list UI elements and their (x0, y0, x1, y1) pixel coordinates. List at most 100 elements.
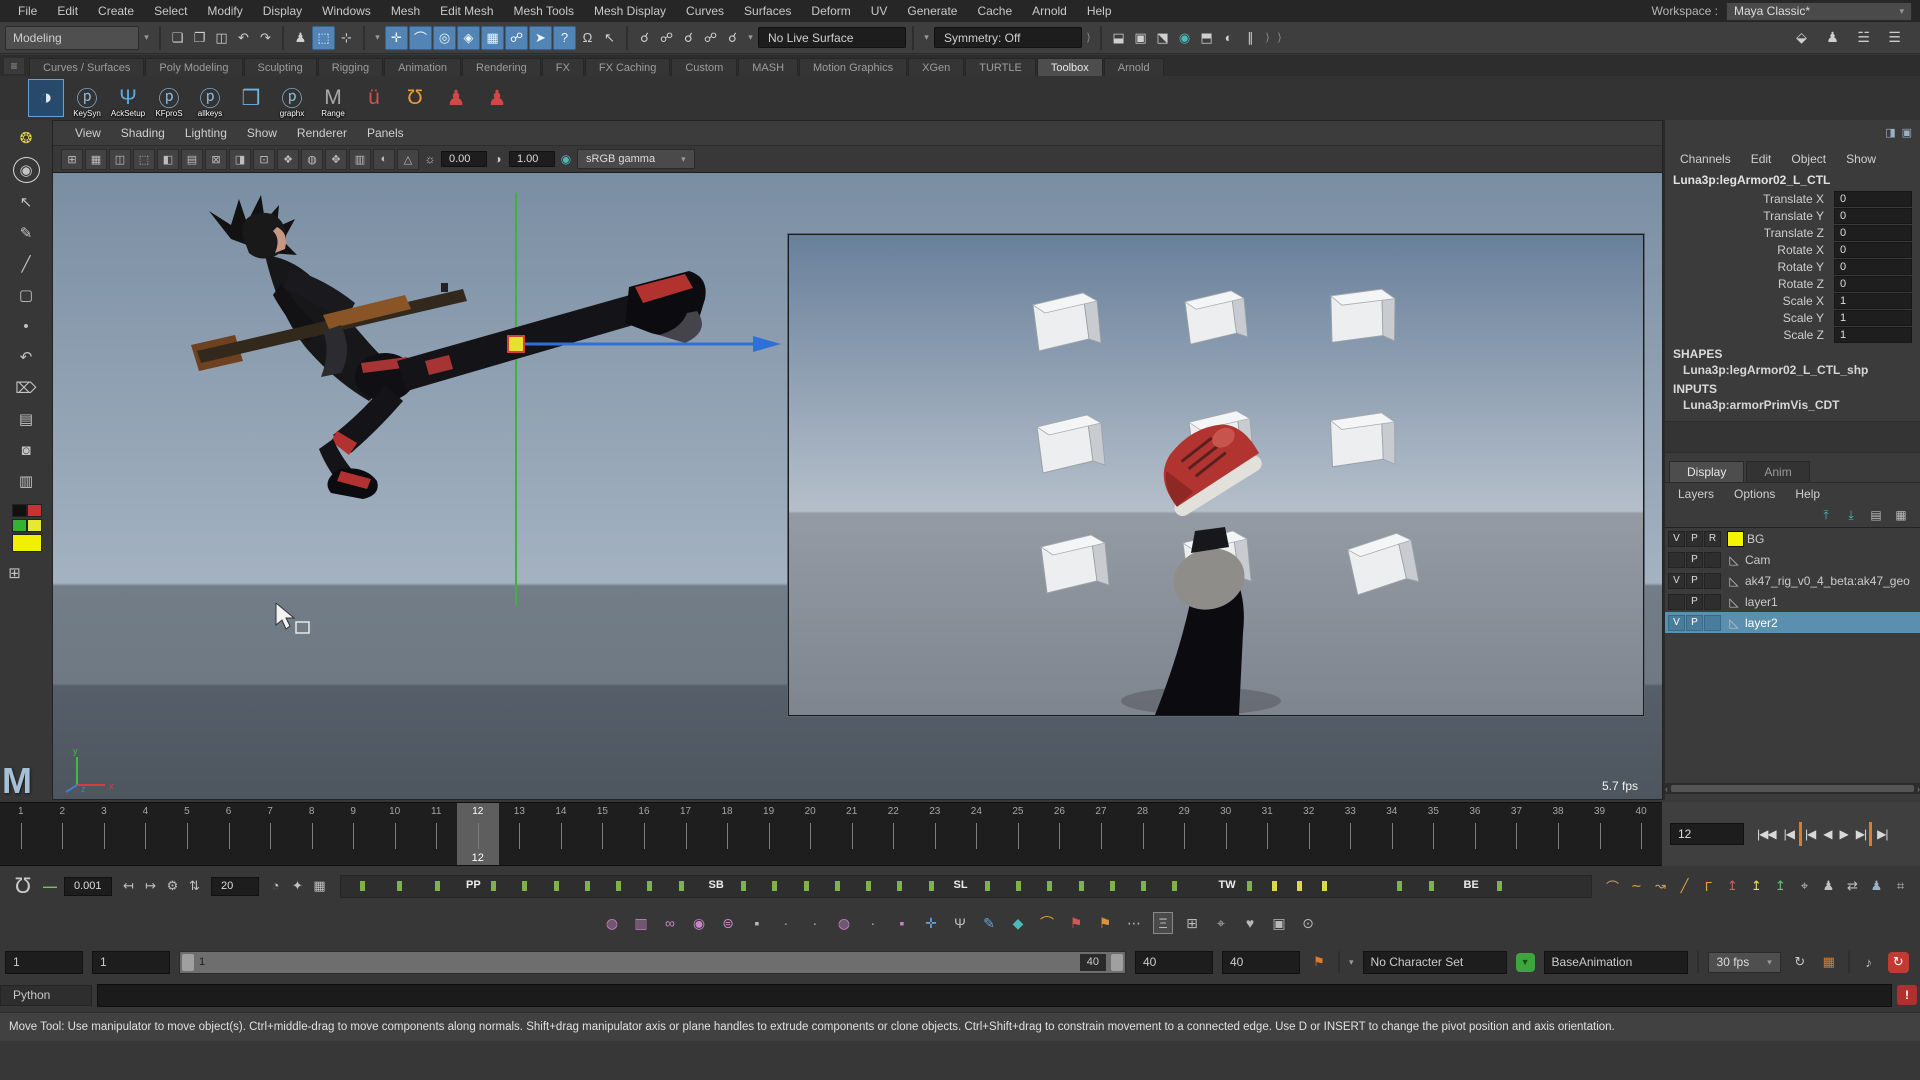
shelf-item-kfpros[interactable]: ⓟ KFproS (151, 79, 187, 117)
timeline-frame[interactable]: 38 (1537, 803, 1579, 865)
layer-reference-cell[interactable] (1704, 552, 1721, 568)
attribute-value-field[interactable]: 1 (1834, 293, 1912, 309)
shelf-item-silhouette[interactable]: ◑ (28, 79, 64, 117)
channel-box-menu-item[interactable]: Edit (1742, 152, 1781, 166)
draw-icon[interactable]: ✎ (979, 912, 999, 934)
stepped-tangent-icon[interactable]: Γ (1699, 879, 1718, 894)
layer-row[interactable]: V P ◺ layer2 (1665, 612, 1920, 633)
shape-node-name[interactable]: Luna3p:legArmor02_L_CTL_shp (1665, 362, 1920, 378)
timeline-frame[interactable]: 25 (997, 803, 1039, 865)
timeline-frame[interactable]: 1 (0, 803, 42, 865)
menu-item[interactable]: Create (88, 4, 144, 18)
print-tool-button[interactable]: ▤ (14, 407, 39, 431)
attribute-value-field[interactable]: 0 (1834, 242, 1912, 258)
eye-tool-button[interactable]: ◉ (13, 157, 40, 183)
range-start-handle[interactable] (182, 954, 194, 971)
animation-end-field[interactable]: 40 (1222, 951, 1300, 974)
timeline-frame[interactable]: 29 (1163, 803, 1205, 865)
shading-mode-icon[interactable]: ◐ (373, 149, 395, 170)
pose-icon[interactable]: ◍ (834, 912, 854, 934)
shelf-item-u[interactable]: Ʊ (397, 79, 433, 117)
layer-name[interactable]: BG (1747, 532, 1764, 546)
play-forwards-button[interactable]: ▶ (1837, 822, 1851, 846)
spline-tangent-icon[interactable]: ∼ (1627, 878, 1646, 894)
light-editor-button[interactable]: ◐ (1218, 27, 1239, 49)
tab-display[interactable]: Display (1669, 461, 1744, 482)
history-chain-icon[interactable]: ☍ (700, 27, 721, 49)
favorites-icon[interactable]: ♥ (1240, 912, 1260, 934)
go-to-prev-icon[interactable]: ↤ (119, 878, 138, 894)
channel-box-menu-item[interactable]: Channels (1671, 152, 1740, 166)
snap-together-button[interactable]: ➤ (529, 26, 552, 50)
pivot-icon[interactable]: ⌖ (1211, 912, 1231, 934)
channel-box-menu-item[interactable]: Show (1837, 152, 1885, 166)
knife-tool-button[interactable]: ╱ (14, 252, 39, 276)
display-cube-icon[interactable]: ▣ (1269, 912, 1289, 934)
layer-playback-cell[interactable]: P (1686, 552, 1703, 568)
move-layer-up-icon[interactable]: ⤒ (1817, 508, 1835, 523)
timeline-frame[interactable]: 22 (872, 803, 914, 865)
tab-toolbox[interactable]: Toolbox (1037, 58, 1103, 76)
layer-visibility-cell[interactable]: V (1668, 531, 1685, 547)
save-scene-button[interactable]: ◫ (211, 27, 232, 49)
gamma-icon[interactable]: ◑ (489, 152, 507, 166)
tool-category-dropdown[interactable]: Modeling (5, 26, 139, 50)
panel-menu-item[interactable]: Lighting (175, 126, 237, 140)
shelf-tab[interactable]: Custom (671, 58, 737, 76)
set-key-rotate-icon[interactable]: ↥ (1747, 878, 1766, 894)
shelf-tab[interactable]: Curves / Surfaces (29, 58, 144, 76)
move-layer-down-icon[interactable]: ⤓ (1842, 508, 1860, 523)
menu-item[interactable]: Mesh (381, 4, 430, 18)
exposure-icon[interactable]: ☼ (421, 152, 439, 166)
menu-item[interactable]: Display (253, 4, 312, 18)
layer-editor-menu-item[interactable]: Help (1786, 486, 1829, 502)
attribute-value-field[interactable]: 1 (1834, 327, 1912, 343)
shelf-tab[interactable]: Sculpting (244, 58, 317, 76)
anim-layer-icon[interactable]: ▥ (631, 912, 651, 934)
graph-editor-icon[interactable]: Ξ (1153, 912, 1173, 934)
attribute-value-field[interactable]: 0 (1834, 276, 1912, 292)
panel-menu-item[interactable]: Shading (111, 126, 175, 140)
timeline-frame[interactable]: 23 (914, 803, 956, 865)
redo-button[interactable]: ↷ (255, 27, 276, 49)
current-color-swatch[interactable] (12, 534, 42, 552)
set-key-translate-icon[interactable]: ↥ (1723, 878, 1742, 894)
bookmarks-icon[interactable]: ❖ (277, 149, 299, 170)
step-back-key-button[interactable]: |◀ (1799, 822, 1818, 846)
layer-reference-cell[interactable] (1704, 594, 1721, 610)
lock-selection-icon[interactable]: Ω (577, 27, 598, 49)
layer-row[interactable]: P ◺ layer1 (1665, 591, 1920, 612)
tab-anim[interactable]: Anim (1746, 461, 1809, 482)
character-controls-toggle-button[interactable]: ♟ (1822, 27, 1843, 49)
shelf-item-robot-2[interactable]: ♟ (479, 79, 515, 117)
timeline-frame[interactable]: 7 (249, 803, 291, 865)
menu-item[interactable]: Mesh Display (584, 4, 676, 18)
dot-icon[interactable]: ∙ (776, 912, 796, 934)
dope-grid-icon[interactable]: ⊞ (1182, 912, 1202, 934)
viewport-canvas[interactable]: y x z 5.7 fps (53, 173, 1662, 799)
timeline-frame[interactable]: 2 (42, 803, 84, 865)
shelf-item-acksetup[interactable]: Ψ AckSetup (110, 79, 146, 117)
layer-name[interactable]: Cam (1745, 553, 1770, 567)
layer-visibility-cell[interactable] (1668, 594, 1685, 610)
more-icon[interactable]: ⋯ (1124, 912, 1144, 934)
snap-grid-button[interactable]: ✛ (385, 26, 408, 50)
layer-row[interactable]: V P ◺ ak47_rig_v0_4_beta:ak47_geo (1665, 570, 1920, 591)
scrollbar-thumb[interactable] (1671, 785, 1914, 792)
attribute-editor-toggle-button[interactable]: ☰ (1884, 27, 1905, 49)
shelf-item-allkeys[interactable]: ⓟ allkeys (192, 79, 228, 117)
playback-start-field[interactable]: 1 (92, 951, 170, 974)
dot-icon[interactable]: ▪ (747, 912, 767, 934)
timeline-frame[interactable]: 5 (166, 803, 208, 865)
anim-layer-field[interactable]: BaseAnimation (1544, 951, 1688, 974)
loop-mode-button[interactable]: ↻ (1790, 954, 1810, 970)
move-keys-icon[interactable]: ✛ (921, 912, 941, 934)
layer-reference-cell[interactable] (1704, 573, 1721, 589)
ghosting-icon[interactable]: ⊜ (718, 912, 738, 934)
safe-title-icon[interactable]: ◨ (229, 149, 251, 170)
attribute-value-field[interactable]: 0 (1834, 191, 1912, 207)
anim-prefs-icon[interactable]: ⚙ (163, 878, 182, 894)
timeline-frame[interactable]: 12 12 (457, 803, 499, 865)
shelf-tab[interactable]: XGen (908, 58, 964, 76)
timeline-frame[interactable]: 24 (956, 803, 998, 865)
